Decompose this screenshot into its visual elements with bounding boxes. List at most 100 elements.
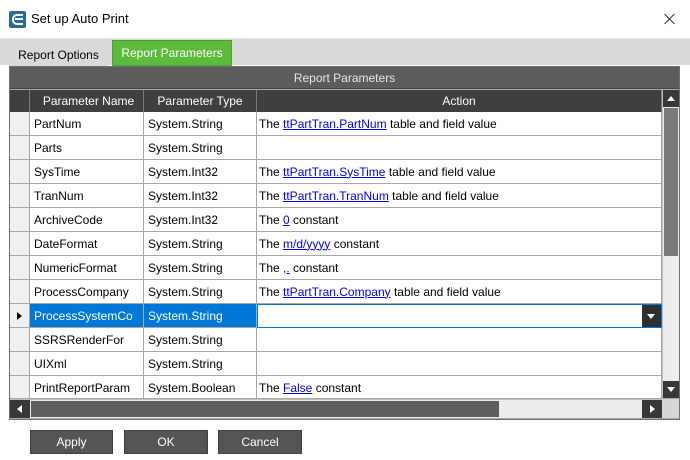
action-cell[interactable]: [257, 304, 662, 328]
row-selector[interactable]: [10, 136, 30, 160]
tab-report-parameters[interactable]: Report Parameters: [112, 40, 232, 66]
table-row[interactable]: PrintReportParam System.Boolean The False …: [10, 376, 662, 398]
action-link[interactable]: ,.: [283, 261, 290, 275]
row-selector[interactable]: [10, 232, 30, 256]
parameter-name-cell[interactable]: UIXml: [30, 352, 144, 376]
table-row[interactable]: ArchiveCode System.Int32 The 0 constant: [10, 208, 662, 232]
column-header-action[interactable]: Action: [257, 90, 662, 112]
parameter-name-cell[interactable]: DateFormat: [30, 232, 144, 256]
action-link[interactable]: ttPartTran.Company: [283, 285, 391, 299]
table-row[interactable]: PartNum System.String The ttPartTran.PartN…: [10, 112, 662, 136]
column-header-parameter-name[interactable]: Parameter Name: [30, 90, 144, 112]
action-link[interactable]: ttPartTran.PartNum: [283, 117, 387, 131]
action-link[interactable]: ttPartTran.SysTime: [283, 165, 385, 179]
close-icon[interactable]: [658, 8, 682, 30]
row-pointer-icon: [17, 311, 22, 320]
dialog-footer: Apply OK Cancel: [0, 420, 690, 460]
parameter-type-cell[interactable]: System.String: [144, 136, 257, 160]
window-title: Set up Auto Print: [31, 11, 129, 26]
parameter-type-cell[interactable]: System.String: [144, 280, 257, 304]
action-dropdown[interactable]: [258, 305, 661, 327]
action-link[interactable]: m/d/yyyy: [283, 237, 330, 251]
parameter-type-cell[interactable]: System.Int32: [144, 160, 257, 184]
row-selector[interactable]: [10, 280, 30, 304]
parameter-name-cell[interactable]: ArchiveCode: [30, 208, 144, 232]
action-suffix: table and field value: [390, 284, 501, 299]
action-cell[interactable]: The ttPartTran.TranNum table and field v…: [257, 184, 662, 208]
report-parameters-grid: Report Parameters Parameter Name Paramet…: [9, 66, 680, 420]
horizontal-scroll-thumb[interactable]: [31, 401, 499, 417]
row-selector[interactable]: [10, 256, 30, 280]
row-selector[interactable]: [10, 352, 30, 376]
action-cell[interactable]: The m/d/yyyy constant: [257, 232, 662, 256]
parameter-type-cell[interactable]: System.Int32: [144, 184, 257, 208]
action-cell[interactable]: The ,. constant: [257, 256, 662, 280]
action-cell[interactable]: [257, 328, 662, 352]
parameter-name-cell[interactable]: TranNum: [30, 184, 144, 208]
row-selector[interactable]: [10, 328, 30, 352]
tab-report-options[interactable]: Report Options: [9, 43, 108, 66]
action-link[interactable]: False: [283, 381, 312, 395]
table-row[interactable]: SSRSRenderFor System.String: [10, 328, 662, 352]
action-link[interactable]: 0: [283, 213, 290, 227]
parameter-name-cell[interactable]: SSRSRenderFor: [30, 328, 144, 352]
action-cell[interactable]: The False constant: [257, 376, 662, 398]
row-selector[interactable]: [10, 160, 30, 184]
parameter-type-cell[interactable]: System.String: [144, 112, 257, 136]
action-link[interactable]: ttPartTran.TranNum: [283, 189, 389, 203]
row-selector[interactable]: [10, 112, 30, 136]
scroll-down-icon[interactable]: [663, 381, 679, 398]
parameter-name-cell[interactable]: ProcessSystemCo: [30, 304, 144, 328]
table-row[interactable]: ProcessSystemCo System.String: [10, 304, 662, 328]
action-cell[interactable]: [257, 136, 662, 160]
parameter-name-cell[interactable]: ProcessCompany: [30, 280, 144, 304]
table-row[interactable]: UIXml System.String: [10, 352, 662, 376]
title-bar: Set up Auto Print: [0, 0, 690, 38]
action-prefix: The: [259, 188, 284, 203]
vertical-scrollbar[interactable]: [662, 90, 679, 398]
parameter-type-cell[interactable]: System.String: [144, 352, 257, 376]
table-row[interactable]: Parts System.String: [10, 136, 662, 160]
parameter-name-cell[interactable]: Parts: [30, 136, 144, 160]
parameter-type-cell[interactable]: System.Boolean: [144, 376, 257, 398]
action-prefix: The: [259, 284, 284, 299]
table-row[interactable]: ProcessCompany System.String The ttPartTra…: [10, 280, 662, 304]
parameter-type-cell[interactable]: System.String: [144, 256, 257, 280]
cancel-button[interactable]: Cancel: [218, 430, 302, 454]
table-row[interactable]: SysTime System.Int32 The ttPartTran.SysTim…: [10, 160, 662, 184]
chevron-down-icon[interactable]: [642, 305, 661, 327]
action-cell[interactable]: The ttPartTran.SysTime table and field v…: [257, 160, 662, 184]
parameter-name-cell[interactable]: PrintReportParam: [30, 376, 144, 398]
apply-button[interactable]: Apply: [30, 430, 113, 454]
table-row[interactable]: TranNum System.Int32 The ttPartTran.TranNu…: [10, 184, 662, 208]
scroll-right-icon[interactable]: [642, 400, 662, 418]
parameter-name-cell[interactable]: PartNum: [30, 112, 144, 136]
parameter-type-cell[interactable]: System.Int32: [144, 208, 257, 232]
vertical-scroll-thumb[interactable]: [664, 108, 678, 256]
action-cell[interactable]: The 0 constant: [257, 208, 662, 232]
horizontal-scrollbar[interactable]: [10, 399, 662, 418]
scroll-left-icon[interactable]: [10, 400, 30, 418]
table-row[interactable]: NumericFormat System.String The ,. constan…: [10, 256, 662, 280]
row-selector[interactable]: [10, 184, 30, 208]
action-prefix: The: [259, 260, 284, 275]
epicor-e-icon: [9, 11, 26, 28]
parameter-type-cell[interactable]: System.String: [144, 232, 257, 256]
action-suffix: constant: [289, 212, 339, 227]
action-cell[interactable]: [257, 352, 662, 376]
column-header-parameter-type[interactable]: Parameter Type: [144, 90, 257, 112]
row-selector[interactable]: [10, 304, 30, 328]
row-selector[interactable]: [10, 376, 30, 398]
action-cell[interactable]: The ttPartTran.Company table and field v…: [257, 280, 662, 304]
row-selector[interactable]: [10, 208, 30, 232]
ok-button[interactable]: OK: [124, 430, 208, 454]
action-cell[interactable]: The ttPartTran.PartNum table and field v…: [257, 112, 662, 136]
parameter-name-cell[interactable]: SysTime: [30, 160, 144, 184]
table-row[interactable]: DateFormat System.String The m/d/yyyy cons…: [10, 232, 662, 256]
parameter-type-cell[interactable]: System.String: [144, 304, 257, 328]
parameter-name-cell[interactable]: NumericFormat: [30, 256, 144, 280]
action-prefix: The: [259, 212, 284, 227]
parameter-type-cell[interactable]: System.String: [144, 328, 257, 352]
scroll-up-icon[interactable]: [663, 90, 679, 107]
scrollbar-corner: [662, 399, 679, 418]
